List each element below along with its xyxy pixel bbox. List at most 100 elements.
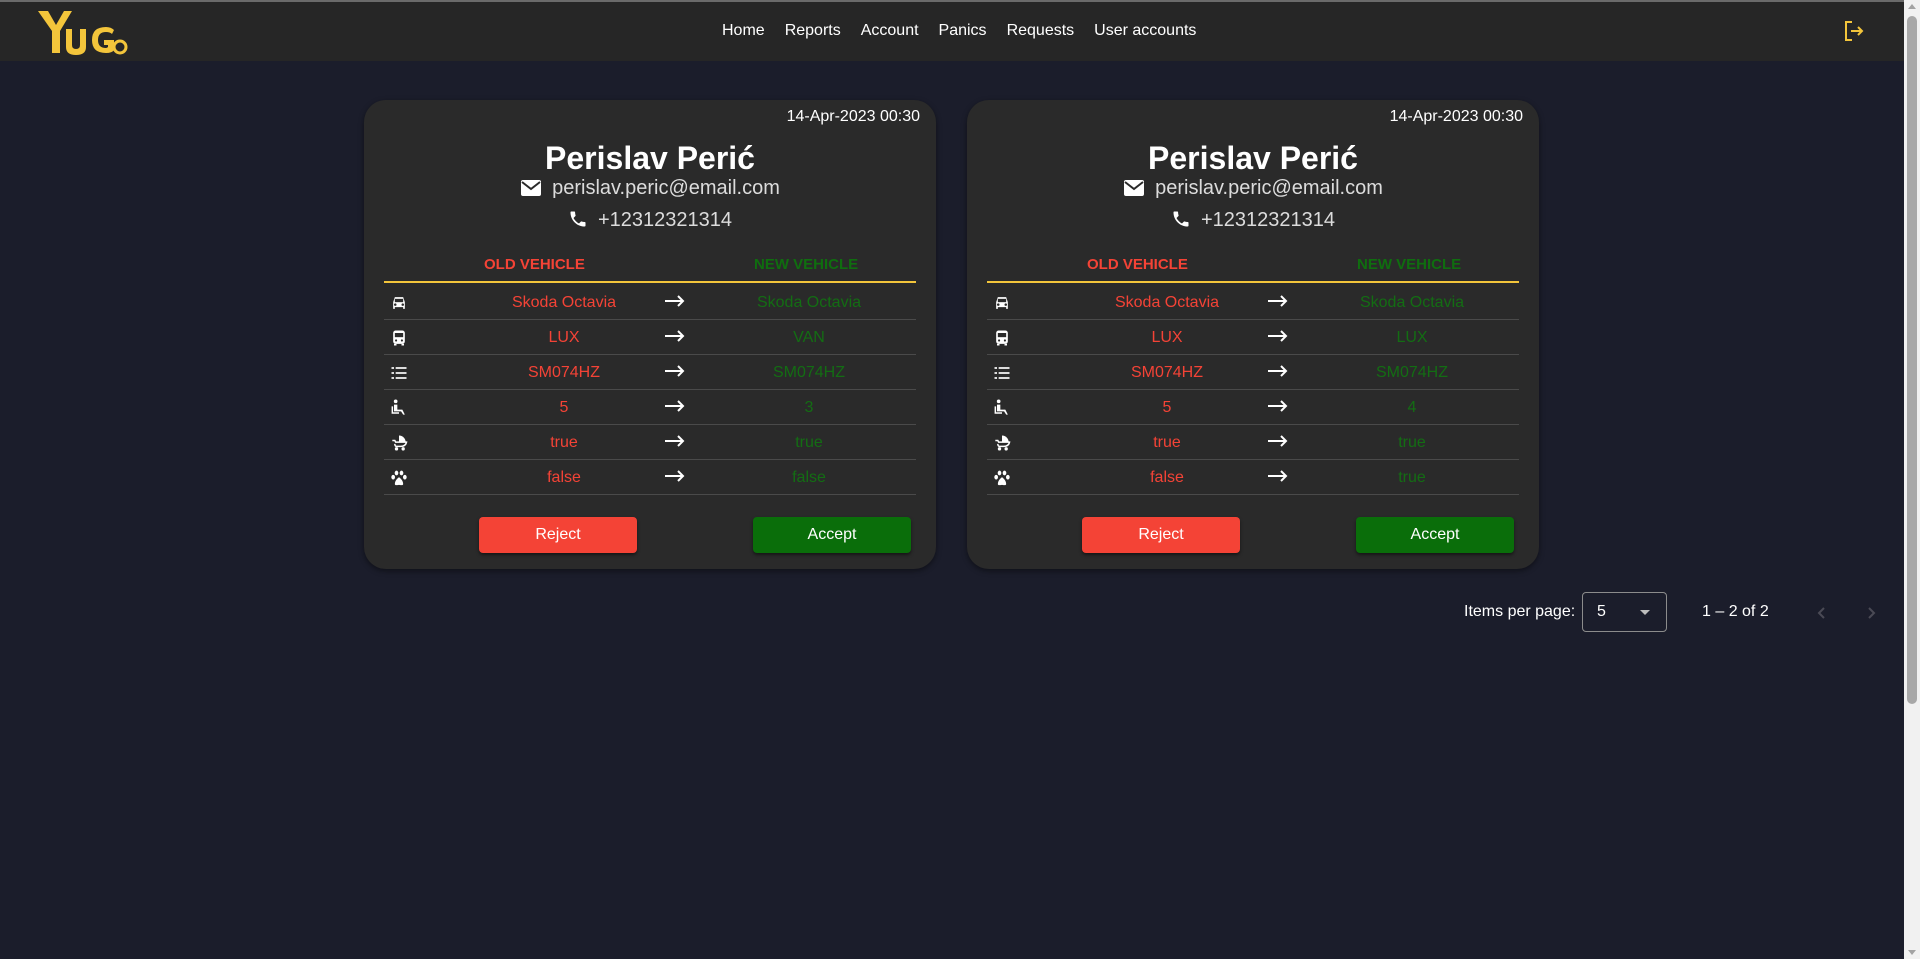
old-value: false [1150, 469, 1184, 486]
previous-page-icon[interactable] [1812, 603, 1832, 623]
old-value: LUX [548, 329, 580, 346]
stroller-icon [995, 435, 1011, 451]
scroll-up-icon[interactable] [1908, 4, 1916, 9]
driver-name: Perislav Perić [1148, 140, 1358, 176]
page-range-label: 1 – 2 of 2 [1702, 603, 1769, 620]
scroll-down-icon[interactable] [1908, 950, 1916, 955]
seat-icon [391, 399, 405, 415]
nav-panics[interactable]: Panics [939, 22, 987, 40]
comparison-table: Skoda Octavia Skoda Octavia LUX LUX SM07… [987, 285, 1519, 495]
arrow-right-icon [665, 365, 685, 377]
bus-icon [996, 330, 1008, 346]
new-value: true [1398, 469, 1426, 486]
chevron-down-icon [1640, 610, 1650, 615]
items-per-page-value: 5 [1597, 603, 1606, 620]
table-row-pets: false true [987, 460, 1519, 495]
table-row-seats: 5 3 [384, 390, 916, 425]
driver-name: Perislav Perić [545, 140, 755, 176]
driver-email: perislav.peric@email.com [552, 177, 780, 199]
nav-home[interactable]: Home [722, 22, 765, 40]
arrow-right-icon [1268, 365, 1288, 377]
arrow-right-icon [665, 295, 685, 307]
table-row-seats: 5 4 [987, 390, 1519, 425]
driver-email-row: perislav.peric@email.com [967, 177, 1539, 200]
page-scrollbar[interactable] [1904, 0, 1920, 959]
old-value: false [547, 469, 581, 486]
comparison-table: Skoda Octavia Skoda Octavia LUX VAN SM07… [384, 285, 916, 495]
old-value: SM074HZ [1130, 364, 1204, 381]
email-icon [1124, 180, 1145, 196]
new-value: LUX [1396, 329, 1428, 346]
table-row-model: Skoda Octavia Skoda Octavia [987, 285, 1519, 320]
table-row-babies: true true [384, 425, 916, 460]
nav-requests[interactable]: Requests [1007, 22, 1075, 40]
car-icon [996, 297, 1008, 309]
arrow-right-icon [1268, 330, 1288, 342]
logout-icon[interactable] [1842, 19, 1866, 43]
table-row-plates: SM074HZ SM074HZ [384, 355, 916, 390]
new-value: SM074HZ [772, 364, 846, 381]
new-vehicle-header: NEW VEHICLE [754, 256, 859, 273]
table-row-babies: true true [987, 425, 1519, 460]
new-value: Skoda Octavia [756, 294, 862, 311]
old-vehicle-header: OLD VEHICLE [1087, 256, 1188, 273]
old-value: SM074HZ [527, 364, 601, 381]
table-row-model: Skoda Octavia Skoda Octavia [384, 285, 916, 320]
items-per-page-select[interactable]: 5 [1582, 592, 1667, 632]
driver-email-row: perislav.peric@email.com [364, 177, 936, 200]
next-page-icon[interactable] [1861, 603, 1881, 623]
request-date: 14-Apr-2023 00:30 [1389, 108, 1523, 125]
table-row-pets: false false [384, 460, 916, 495]
bus-icon [393, 330, 405, 346]
old-value: Skoda Octavia [511, 294, 617, 311]
phone-icon [1173, 211, 1189, 227]
items-per-page-label: Items per page: [1464, 603, 1576, 620]
old-vehicle-header: OLD VEHICLE [484, 256, 585, 273]
driver-phone: +12312321314 [597, 209, 733, 231]
main-nav: Home Reports Account Panics Requests Use… [722, 22, 1216, 40]
driver-phone-row: +12312321314 [967, 209, 1539, 232]
yugo-logo[interactable] [36, 7, 128, 59]
nav-account[interactable]: Account [861, 22, 919, 40]
new-value: 3 [804, 399, 814, 416]
driver-phone: +12312321314 [1200, 209, 1336, 231]
arrow-right-icon [1268, 435, 1288, 447]
accept-button[interactable]: Accept [1356, 517, 1514, 553]
reject-button[interactable]: Reject [479, 517, 637, 553]
new-vehicle-header: NEW VEHICLE [1357, 256, 1462, 273]
car-icon [393, 297, 405, 309]
old-value: LUX [1151, 329, 1183, 346]
new-value: false [792, 469, 826, 486]
arrow-right-icon [665, 470, 685, 482]
new-value: VAN [793, 329, 825, 346]
nav-user-accounts[interactable]: User accounts [1094, 22, 1196, 40]
old-value: true [1153, 434, 1181, 451]
header-divider [987, 281, 1519, 283]
table-row-type: LUX VAN [384, 320, 916, 355]
old-value: true [550, 434, 578, 451]
driver-phone-row: +12312321314 [364, 209, 936, 232]
scroll-thumb[interactable] [1907, 16, 1917, 704]
arrow-right-icon [665, 330, 685, 342]
vehicle-change-request-card: 14-Apr-2023 00:30 Perislav Perić perisla… [364, 100, 936, 569]
paginator: Items per page: 5 1 – 2 of 2 [0, 592, 1904, 634]
list-icon [391, 367, 407, 379]
driver-email: perislav.peric@email.com [1155, 177, 1383, 199]
email-icon [521, 180, 542, 196]
old-value: 5 [559, 399, 569, 416]
new-value: 4 [1407, 399, 1417, 416]
new-value: true [795, 434, 823, 451]
arrow-right-icon [1268, 470, 1288, 482]
paw-icon [391, 470, 407, 486]
nav-reports[interactable]: Reports [785, 22, 841, 40]
arrow-right-icon [665, 400, 685, 412]
new-value: SM074HZ [1375, 364, 1449, 381]
request-date: 14-Apr-2023 00:30 [786, 108, 920, 125]
accept-button[interactable]: Accept [753, 517, 911, 553]
arrow-right-icon [665, 435, 685, 447]
reject-button[interactable]: Reject [1082, 517, 1240, 553]
list-icon [994, 367, 1010, 379]
header-divider [384, 281, 916, 283]
new-value: true [1398, 434, 1426, 451]
old-value: 5 [1162, 399, 1172, 416]
